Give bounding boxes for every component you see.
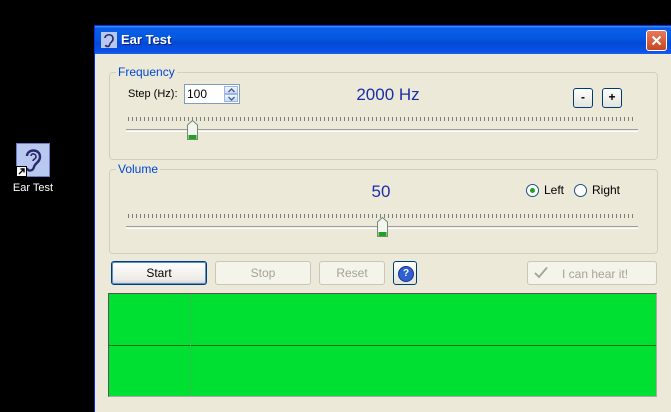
hear-it-button[interactable]: I can hear it! (527, 261, 657, 285)
frequency-minus-button[interactable]: - (573, 88, 593, 108)
help-button[interactable]: ? (393, 261, 417, 285)
hear-it-label: I can hear it! (562, 267, 629, 281)
frequency-slider-ticks (128, 117, 636, 121)
shortcut-arrow-icon (16, 166, 27, 177)
desktop-shortcut-label: Ear Test (12, 182, 54, 194)
ear-icon (101, 32, 117, 48)
channel-left-radio[interactable]: Left (526, 183, 564, 197)
ear-test-window: Ear Test Frequency Step (Hz): 2000 Hz - … (94, 25, 671, 412)
volume-slider-thumb[interactable] (377, 217, 388, 237)
reset-button[interactable]: Reset (319, 261, 385, 285)
signal-baseline (109, 345, 656, 346)
start-button[interactable]: Start (111, 261, 207, 285)
frequency-display: 2000 Hz (356, 85, 420, 104)
volume-display: 50 (371, 182, 391, 201)
step-spinner (184, 84, 240, 104)
chevron-up-icon (228, 88, 235, 93)
frequency-marker-line (190, 294, 191, 396)
frequency-group-label: Frequency (116, 65, 177, 79)
step-up-button[interactable] (224, 86, 238, 94)
ear-icon (16, 143, 50, 177)
volume-group-label: Volume (116, 162, 161, 176)
frequency-slider-thumb[interactable] (187, 120, 198, 140)
signal-display (108, 293, 657, 397)
frequency-slider[interactable] (126, 117, 638, 147)
frequency-plus-button[interactable]: + (602, 88, 622, 108)
step-label: Step (Hz): (128, 88, 178, 100)
title-bar[interactable]: Ear Test (95, 26, 671, 54)
frequency-slider-track (126, 129, 638, 132)
channel-right-label: Right (592, 183, 621, 197)
channel-right-radio[interactable]: Right (574, 183, 620, 197)
close-button[interactable] (646, 30, 667, 51)
radio-circle (526, 183, 539, 197)
check-icon (534, 266, 548, 279)
radio-circle (574, 183, 587, 197)
step-down-button[interactable] (224, 94, 238, 102)
stop-button[interactable]: Stop (215, 261, 311, 285)
close-icon (651, 35, 662, 46)
desktop-shortcut-ear-test[interactable]: Ear Test (8, 143, 58, 194)
volume-slider[interactable] (126, 214, 638, 244)
help-icon: ? (398, 266, 414, 282)
step-input[interactable] (187, 86, 221, 102)
channel-left-label: Left (544, 183, 565, 197)
window-title: Ear Test (121, 32, 172, 47)
chevron-down-icon (228, 96, 235, 101)
radio-selected-dot (530, 187, 535, 193)
